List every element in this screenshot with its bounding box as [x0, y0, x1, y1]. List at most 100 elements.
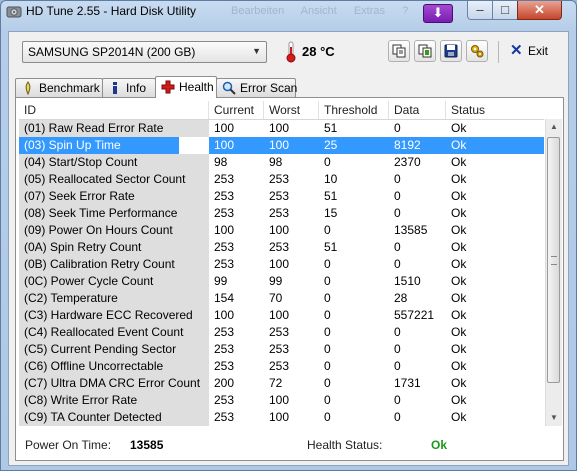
column-header-current[interactable]: Current [209, 101, 264, 119]
close-button[interactable]: ✕ [517, 1, 562, 20]
cell-threshold: 0 [324, 223, 331, 237]
cell-current: 100 [214, 121, 235, 135]
cell-status: Ok [451, 240, 467, 254]
scroll-thumb[interactable] [547, 137, 560, 383]
selection-gap [179, 137, 209, 154]
tab-benchmark[interactable]: Benchmark [15, 78, 103, 97]
vertical-scrollbar[interactable]: ▲ ▼ [545, 119, 562, 426]
cell-current: 200 [214, 376, 235, 390]
tab-info[interactable]: Info [102, 78, 156, 97]
download-arrow-icon[interactable]: ⬇ [423, 4, 453, 23]
health-panel: ID Current Worst Threshold Data Status (… [15, 97, 564, 461]
tab-label: Info [126, 81, 147, 95]
column-header-status[interactable]: Status [446, 101, 544, 119]
cell-status: Ok [451, 410, 467, 424]
cell-current: 98 [214, 155, 228, 169]
table-row[interactable]: (09) Power On Hours Count 100 100 0 13585 Ok [19, 222, 544, 239]
table-row[interactable]: (C8) Write Error Rate 253 100 0 0 Ok [19, 392, 544, 409]
save-button[interactable] [440, 40, 462, 62]
copy-button[interactable] [388, 40, 410, 62]
ghost-menu-item: Extras [353, 5, 385, 17]
table-row[interactable]: (C2) Temperature 154 70 0 28 Ok [19, 290, 544, 307]
cell-data: 0 [394, 172, 401, 186]
table-row[interactable]: (07) Seek Error Rate 253 253 51 0 Ok [19, 188, 544, 205]
table-row[interactable]: (0C) Power Cycle Count 99 99 0 1510 Ok [19, 273, 544, 290]
table-row[interactable]: (C4) Reallocated Event Count 253 253 0 0 Ok [19, 324, 544, 341]
table-row[interactable]: (01) Raw Read Error Rate 100 100 51 0 Ok [19, 120, 544, 137]
cell-id: (C8) Write Error Rate [19, 392, 209, 409]
cell-id: (0B) Calibration Retry Count [19, 256, 209, 273]
cell-worst: 100 [269, 121, 290, 135]
background-menu-ghost: Bearbeiten Ansicht Extras ? [231, 5, 422, 17]
cell-threshold: 0 [324, 325, 331, 339]
cell-data: 8192 [389, 137, 446, 154]
cell-worst: 100 [269, 410, 290, 424]
table-row[interactable]: (05) Reallocated Sector Count 253 253 10 0 Ok [19, 171, 544, 188]
scroll-up-icon[interactable]: ▲ [546, 119, 562, 135]
cell-worst: 253 [269, 325, 290, 339]
cell-status: Ok [451, 223, 467, 237]
health-cross-icon [161, 80, 175, 94]
exit-button[interactable]: ✕ Exit [504, 40, 556, 62]
drive-select-value: SAMSUNG SP2014N (200 GB) [28, 45, 196, 59]
benchmark-icon [25, 81, 31, 95]
maximize-button[interactable]: □ [492, 1, 518, 20]
cell-current: 253 [214, 172, 235, 186]
cell-threshold: 0 [324, 257, 331, 271]
cell-worst: 100 [264, 137, 319, 154]
table-row[interactable]: (C5) Current Pending Sector 253 253 0 0 Ok [19, 341, 544, 358]
cell-id: (C4) Reallocated Event Count [19, 324, 209, 341]
ghost-menu-item: Bearbeiten [231, 5, 285, 17]
table-row[interactable]: (C9) TA Counter Detected 253 100 0 0 Ok [19, 409, 544, 426]
table-row[interactable]: (C6) Offline Uncorrectable 253 253 0 0 Ok [19, 358, 544, 375]
column-header-threshold[interactable]: Threshold [319, 101, 389, 119]
cell-data: 0 [394, 410, 401, 424]
cell-current: 100 [214, 308, 235, 322]
table-row[interactable]: (04) Start/Stop Count 98 98 0 2370 Ok [19, 154, 544, 171]
chevron-down-icon: ▼ [252, 46, 261, 56]
cell-current: 99 [214, 274, 228, 288]
options-button[interactable] [466, 40, 488, 62]
cell-data: 0 [394, 121, 401, 135]
cell-threshold: 10 [324, 172, 338, 186]
cell-data: 1731 [394, 376, 421, 390]
tab-error-scan[interactable]: Error Scan [216, 78, 298, 97]
cell-worst: 100 [269, 308, 290, 322]
app-window: HD Tune 2.55 - Hard Disk Utility Bearbei… [0, 0, 577, 471]
cell-threshold: 51 [324, 240, 338, 254]
tab-label: Error Scan [240, 81, 298, 95]
cell-threshold: 0 [324, 393, 331, 407]
cell-data: 13585 [394, 223, 428, 237]
cell-data: 1510 [394, 274, 421, 288]
title-bar[interactable]: HD Tune 2.55 - Hard Disk Utility Bearbei… [1, 1, 576, 23]
cell-current: 253 [214, 325, 235, 339]
column-header-worst[interactable]: Worst [264, 101, 319, 119]
info-icon [113, 82, 117, 94]
cell-id: (C6) Offline Uncorrectable [19, 358, 209, 375]
drive-select[interactable]: SAMSUNG SP2014N (200 GB) ▼ [22, 41, 267, 63]
cell-worst: 253 [269, 206, 290, 220]
table-row[interactable]: (C7) Ultra DMA CRC Error Count 200 72 0 1731… [19, 375, 544, 392]
cell-worst: 99 [269, 274, 283, 288]
table-row[interactable]: (0B) Calibration Retry Count 253 100 0 0 Ok [19, 256, 544, 273]
cell-threshold: 15 [324, 206, 338, 220]
cell-id: (C5) Current Pending Sector [19, 341, 209, 358]
tab-health[interactable]: Health [155, 76, 217, 98]
cell-id: (0A) Spin Retry Count [19, 239, 209, 256]
table-row[interactable]: (08) Seek Time Performance 253 253 15 0 Ok [19, 205, 544, 222]
column-header-id[interactable]: ID [19, 101, 209, 119]
cell-id: (C9) TA Counter Detected [19, 409, 209, 426]
table-row[interactable]: (03) Spin Up Time 100 100 25 8192 Ok [19, 137, 544, 154]
smart-table[interactable]: ID Current Worst Threshold Data Status (… [19, 101, 544, 426]
cell-id: (C3) Hardware ECC Recovered [19, 307, 209, 324]
cell-id: (03) Spin Up Time [19, 137, 179, 154]
cell-worst: 100 [269, 223, 290, 237]
copy-info-button[interactable] [414, 40, 436, 62]
table-row[interactable]: (C3) Hardware ECC Recovered 100 100 0 557221… [19, 307, 544, 324]
scroll-down-icon[interactable]: ▼ [546, 410, 562, 426]
cell-worst: 70 [269, 291, 283, 305]
table-row[interactable]: (0A) Spin Retry Count 253 253 51 0 Ok [19, 239, 544, 256]
cell-id: (01) Raw Read Error Rate [19, 120, 209, 137]
column-header-data[interactable]: Data [389, 101, 446, 119]
minimize-button[interactable]: – [467, 1, 493, 20]
